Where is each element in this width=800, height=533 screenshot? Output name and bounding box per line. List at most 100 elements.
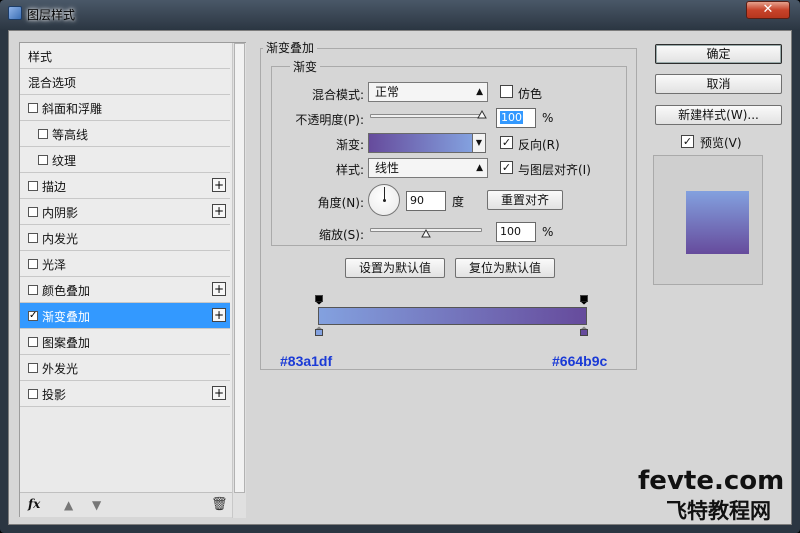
opacity-label: 不透明度(P): bbox=[295, 113, 364, 127]
right-color-stop[interactable] bbox=[580, 326, 588, 336]
scale-input[interactable]: 100 bbox=[496, 222, 536, 242]
list-item[interactable]: 内发光 bbox=[20, 225, 230, 251]
dither-checkbox[interactable] bbox=[500, 85, 513, 98]
add-effect-icon[interactable]: + bbox=[212, 386, 226, 400]
list-item-label: 图案叠加 bbox=[42, 336, 91, 350]
list-footer: fx ▲ ▼ 🗑 bbox=[20, 492, 232, 517]
list-item-label: 斜面和浮雕 bbox=[42, 102, 103, 116]
blend-mode-select[interactable]: 正常 ▲ bbox=[368, 82, 488, 102]
opacity-input[interactable]: 100 bbox=[496, 108, 536, 128]
window-title: 图层样式 bbox=[27, 8, 76, 22]
ok-button[interactable]: 确定 bbox=[655, 44, 782, 64]
list-item[interactable]: 等高线 bbox=[20, 121, 230, 147]
gradient-label: 渐变: bbox=[335, 138, 364, 152]
reset-align-button[interactable]: 重置对齐 bbox=[487, 190, 563, 210]
reset-default-button[interactable]: 复位为默认值 bbox=[455, 258, 555, 278]
blend-mode-value: 正常 bbox=[375, 85, 400, 99]
list-item[interactable]: 颜色叠加 + bbox=[20, 277, 230, 303]
list-item-label: 内阴影 bbox=[42, 206, 79, 220]
style-checkbox[interactable] bbox=[28, 259, 38, 269]
list-item[interactable]: 描边 + bbox=[20, 173, 230, 199]
list-item-label: 描边 bbox=[42, 180, 67, 194]
add-effect-icon[interactable]: + bbox=[212, 204, 226, 218]
style-checkbox[interactable] bbox=[28, 363, 38, 373]
style-select[interactable]: 线性 ▲ bbox=[368, 158, 488, 178]
chevron-down-icon: ▼ bbox=[475, 138, 483, 147]
list-item[interactable]: 斜面和浮雕 bbox=[20, 95, 230, 121]
reverse-checkbox[interactable]: ✓ bbox=[500, 136, 513, 149]
list-item-label: 光泽 bbox=[42, 258, 67, 272]
style-checkbox[interactable] bbox=[28, 285, 38, 295]
list-item-label: 混合选项 bbox=[28, 76, 77, 90]
list-item-label: 颜色叠加 bbox=[42, 284, 91, 298]
angle-input[interactable]: 90 bbox=[406, 191, 446, 211]
style-checkbox[interactable]: ✓ bbox=[28, 311, 38, 321]
list-item-label: 投影 bbox=[42, 388, 67, 402]
move-up-icon[interactable]: ▲ bbox=[64, 498, 76, 512]
close-icon: ✕ bbox=[762, 2, 774, 17]
preview-checkbox[interactable]: ✓ bbox=[681, 135, 694, 148]
scale-label: 缩放(S): bbox=[318, 228, 364, 242]
list-item-label: 内发光 bbox=[42, 232, 79, 246]
trash-icon[interactable]: 🗑 bbox=[211, 497, 228, 512]
cancel-button[interactable]: 取消 bbox=[655, 74, 782, 94]
style-checkbox[interactable] bbox=[28, 337, 38, 347]
add-effect-icon[interactable]: + bbox=[212, 282, 226, 296]
angle-label: 角度(N): bbox=[317, 196, 364, 210]
style-label: 样式: bbox=[335, 163, 364, 177]
watermark-site-name: 飞特教程网 bbox=[666, 499, 771, 523]
style-value: 线性 bbox=[375, 161, 400, 175]
gradient-swatch[interactable] bbox=[368, 133, 473, 153]
opacity-slider[interactable] bbox=[370, 114, 482, 118]
move-down-icon[interactable]: ▼ bbox=[92, 498, 104, 512]
style-checkbox[interactable] bbox=[28, 103, 38, 113]
reverse-label: 反向(R) bbox=[518, 138, 560, 152]
make-default-button[interactable]: 设置为默认值 bbox=[345, 258, 445, 278]
list-item[interactable]: 混合选项 bbox=[20, 69, 230, 95]
style-checkbox[interactable] bbox=[28, 181, 38, 191]
close-button[interactable]: ✕ bbox=[746, 1, 790, 19]
scrollbar[interactable] bbox=[232, 43, 246, 518]
select-arrows-icon: ▲ bbox=[476, 87, 483, 97]
list-item[interactable]: 外发光 bbox=[20, 355, 230, 381]
title-bar[interactable]: 图层样式 ✕ bbox=[0, 0, 800, 28]
new-style-button[interactable]: 新建样式(W)... bbox=[655, 105, 782, 125]
angle-center bbox=[383, 199, 386, 202]
list-item-label: 样式 bbox=[28, 50, 53, 64]
scrollbar-thumb[interactable] bbox=[234, 43, 245, 493]
left-color-stop[interactable] bbox=[315, 326, 323, 336]
left-opacity-stop[interactable] bbox=[315, 295, 323, 305]
style-checkbox[interactable] bbox=[38, 129, 48, 139]
styles-list: 样式混合选项斜面和浮雕等高线 纹理描边 + 内阴影 + 内发光光泽颜色叠加 + ✓ 渐变叠加 + 图… bbox=[19, 42, 246, 518]
add-effect-icon[interactable]: + bbox=[212, 308, 226, 322]
angle-unit: 度 bbox=[452, 195, 465, 209]
fx-button[interactable]: fx bbox=[28, 497, 40, 511]
list-item[interactable]: 投影 + bbox=[20, 381, 230, 407]
list-item[interactable]: 光泽 bbox=[20, 251, 230, 277]
align-layer-checkbox[interactable]: ✓ bbox=[500, 161, 513, 174]
preview-area bbox=[653, 155, 763, 285]
style-checkbox[interactable] bbox=[28, 233, 38, 243]
opacity-slider-thumb[interactable] bbox=[477, 109, 487, 119]
list-item[interactable]: 纹理 bbox=[20, 147, 230, 173]
list-item-label: 渐变叠加 bbox=[42, 310, 91, 324]
style-checkbox[interactable] bbox=[28, 389, 38, 399]
add-effect-icon[interactable]: + bbox=[212, 178, 226, 192]
list-item[interactable]: 内阴影 + bbox=[20, 199, 230, 225]
style-checkbox[interactable] bbox=[38, 155, 48, 165]
style-checkbox[interactable] bbox=[28, 207, 38, 217]
subgroup-title: 渐变 bbox=[290, 58, 321, 75]
list-item[interactable]: ✓ 渐变叠加 + bbox=[20, 303, 230, 329]
left-color-hex: #83a1df bbox=[280, 353, 333, 369]
list-item-label: 外发光 bbox=[42, 362, 79, 376]
list-item[interactable]: 图案叠加 bbox=[20, 329, 230, 355]
opacity-unit: % bbox=[542, 111, 554, 125]
list-item[interactable]: 样式 bbox=[20, 43, 230, 69]
dialog-client: 样式混合选项斜面和浮雕等高线 纹理描边 + 内阴影 + 内发光光泽颜色叠加 + ✓ 渐变叠加 + 图… bbox=[8, 30, 792, 525]
group-title: 渐变叠加 bbox=[263, 39, 318, 56]
gradient-editor-bar[interactable] bbox=[318, 307, 587, 325]
scale-slider-thumb[interactable] bbox=[421, 228, 431, 238]
gradient-dropdown[interactable]: ▼ bbox=[472, 133, 486, 153]
angle-dial[interactable] bbox=[368, 184, 400, 216]
right-opacity-stop[interactable] bbox=[580, 295, 588, 305]
